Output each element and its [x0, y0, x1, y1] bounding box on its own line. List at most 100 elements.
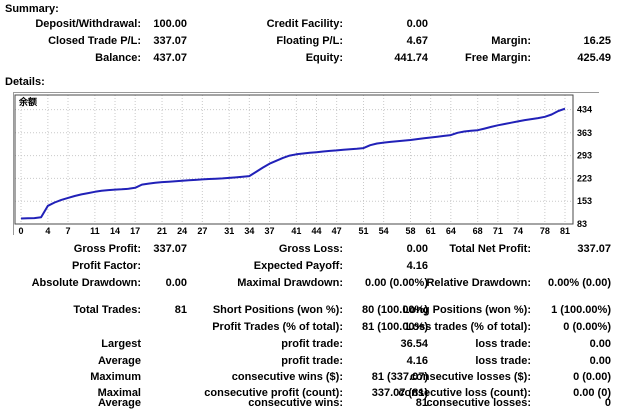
stat-label: Equity: — [306, 51, 343, 66]
stat-value: 425.49 — [577, 51, 611, 66]
stat-label: loss trade: — [475, 354, 531, 369]
table-row: Averageprofit trade:4.16loss trade:0.00 — [0, 354, 625, 369]
summary-title: Summary: — [5, 3, 59, 15]
table-row: Largest profit trade: 36.54 loss trade: 0.00 — [0, 337, 625, 352]
stat-label: Maximum — [90, 370, 141, 385]
y-tick-label: 83 — [577, 219, 587, 229]
x-tick-label: 74 — [513, 226, 523, 235]
stat-label: Profit Factor: — [72, 259, 141, 274]
stat-label: Long Positions (won %): — [403, 303, 531, 318]
plot-area — [15, 95, 573, 224]
details-title: Details: — [5, 76, 45, 88]
stat-label: Closed Trade P/L: — [48, 34, 141, 49]
stat-label: Relative Drawdown: — [426, 276, 531, 291]
x-tick-label: 61 — [426, 226, 436, 235]
table-row: Closed Trade P/L: 337.07 Floating P/L: 4.67… — [0, 34, 625, 49]
stat-value: 36.54 — [400, 337, 428, 352]
x-tick-label: 14 — [110, 226, 120, 235]
stat-value: 0 (0.00%) — [563, 320, 611, 335]
x-tick-label: 24 — [177, 226, 187, 235]
x-tick-label: 7 — [66, 226, 71, 235]
balance-chart: 0471114172124273134374144475154586164687… — [13, 92, 599, 235]
stat-label: Free Margin: — [465, 51, 531, 66]
table-row: Profit Factor: Expected Payoff: 4.16 — [0, 259, 625, 274]
y-tick-label: 223 — [577, 173, 592, 183]
x-tick-label: 11 — [90, 226, 100, 235]
x-tick-label: 81 — [560, 226, 570, 235]
stat-label: Total Net Profit: — [449, 242, 531, 257]
stat-label: consecutive wins: — [248, 396, 343, 411]
table-row: Profit Trades (% of total):81 (100.00%)L… — [0, 320, 625, 335]
x-tick-label: 78 — [540, 226, 550, 235]
stat-label: Deposit/Withdrawal: — [35, 17, 141, 32]
x-tick-label: 31 — [224, 226, 234, 235]
stat-value: 81 — [175, 303, 187, 318]
stat-value: 100.00 — [153, 17, 187, 32]
stat-value: 337.07 — [153, 242, 187, 257]
stat-value: 0.00 — [407, 17, 428, 32]
x-tick-label: 4 — [45, 226, 50, 235]
y-tick-label: 363 — [577, 128, 592, 138]
x-tick-label: 34 — [244, 226, 254, 235]
stat-label: consecutive wins ($): — [232, 370, 343, 385]
stat-label: Balance: — [95, 51, 141, 66]
x-tick-label: 21 — [157, 226, 167, 235]
stat-label: Gross Profit: — [74, 242, 141, 257]
stat-label: profit trade: — [281, 337, 343, 352]
stat-label: Profit Trades (% of total): — [212, 320, 343, 335]
table-row: Gross Profit: 337.07 Gross Loss: 0.00 Total … — [0, 242, 625, 257]
stat-label: profit trade: — [281, 354, 343, 369]
table-row: Balance: 437.07 Equity: 441.74 Free Margin: 4… — [0, 51, 625, 66]
stat-value: 4.16 — [407, 354, 428, 369]
x-tick-label: 64 — [446, 226, 456, 235]
stat-value: 0.00 — [407, 242, 428, 257]
y-tick-label: 434 — [577, 105, 592, 115]
stat-value: 437.07 — [153, 51, 187, 66]
stat-value: 0 (0.00) — [573, 370, 611, 385]
stat-label: Expected Payoff: — [254, 259, 343, 274]
stat-label: Short Positions (won %): — [213, 303, 343, 318]
stat-value: 4.16 — [407, 259, 428, 274]
y-tick-label: 293 — [577, 151, 592, 161]
x-tick-label: 58 — [406, 226, 416, 235]
table-row: Absolute Drawdown: 0.00 Maximal Drawdown: 0… — [0, 276, 625, 291]
x-tick-label: 71 — [493, 226, 503, 235]
stat-label: Floating P/L: — [276, 34, 343, 49]
x-tick-label: 44 — [311, 226, 321, 235]
stat-label: Gross Loss: — [279, 242, 343, 257]
stat-value: 0.00% (0.00) — [548, 276, 611, 291]
x-tick-label: 51 — [359, 226, 369, 235]
stat-value: 0 — [605, 396, 611, 411]
stat-value: 16.25 — [583, 34, 611, 49]
x-tick-label: 0 — [18, 226, 23, 235]
stat-value: 4.67 — [407, 34, 428, 49]
stat-label: Largest — [101, 337, 141, 352]
stat-value: 0.00 (0.00%) — [365, 276, 428, 291]
x-tick-label: 41 — [291, 226, 301, 235]
table-row: Averageconsecutive wins:81consecutive lo… — [0, 396, 625, 411]
stat-label: Total Trades: — [73, 303, 141, 318]
stat-value: 0.00 — [166, 276, 187, 291]
x-tick-label: 27 — [197, 226, 207, 235]
stat-label: Maximal Drawdown: — [237, 276, 343, 291]
stat-label: Loss trades (% of total): — [406, 320, 531, 335]
stat-value: 0.00 — [590, 354, 611, 369]
stat-label: Margin: — [491, 34, 531, 49]
mt4-statement-report: { "summary": { "title": "Summary:", "row… — [0, 0, 625, 408]
stat-value: 337.07 — [153, 34, 187, 49]
x-tick-label: 37 — [264, 226, 274, 235]
table-row: Maximumconsecutive wins ($):81 (337.07)c… — [0, 370, 625, 385]
stat-label: loss trade: — [475, 337, 531, 352]
x-tick-label: 47 — [332, 226, 342, 235]
stat-value: 441.74 — [394, 51, 428, 66]
x-tick-label: 54 — [379, 226, 389, 235]
balance-chart-svg: 0471114172124273134374144475154586164687… — [14, 93, 599, 235]
table-row: Deposit/Withdrawal:100.00Credit Facility… — [0, 17, 625, 32]
stat-value: 337.07 — [577, 242, 611, 257]
stat-value: 0.00 — [590, 337, 611, 352]
stat-label: Absolute Drawdown: — [32, 276, 141, 291]
x-tick-label: 68 — [473, 226, 483, 235]
stat-label: consecutive losses: — [426, 396, 531, 411]
table-row: Total Trades:81Short Positions (won %):8… — [0, 303, 625, 318]
y-tick-label: 153 — [577, 196, 592, 206]
